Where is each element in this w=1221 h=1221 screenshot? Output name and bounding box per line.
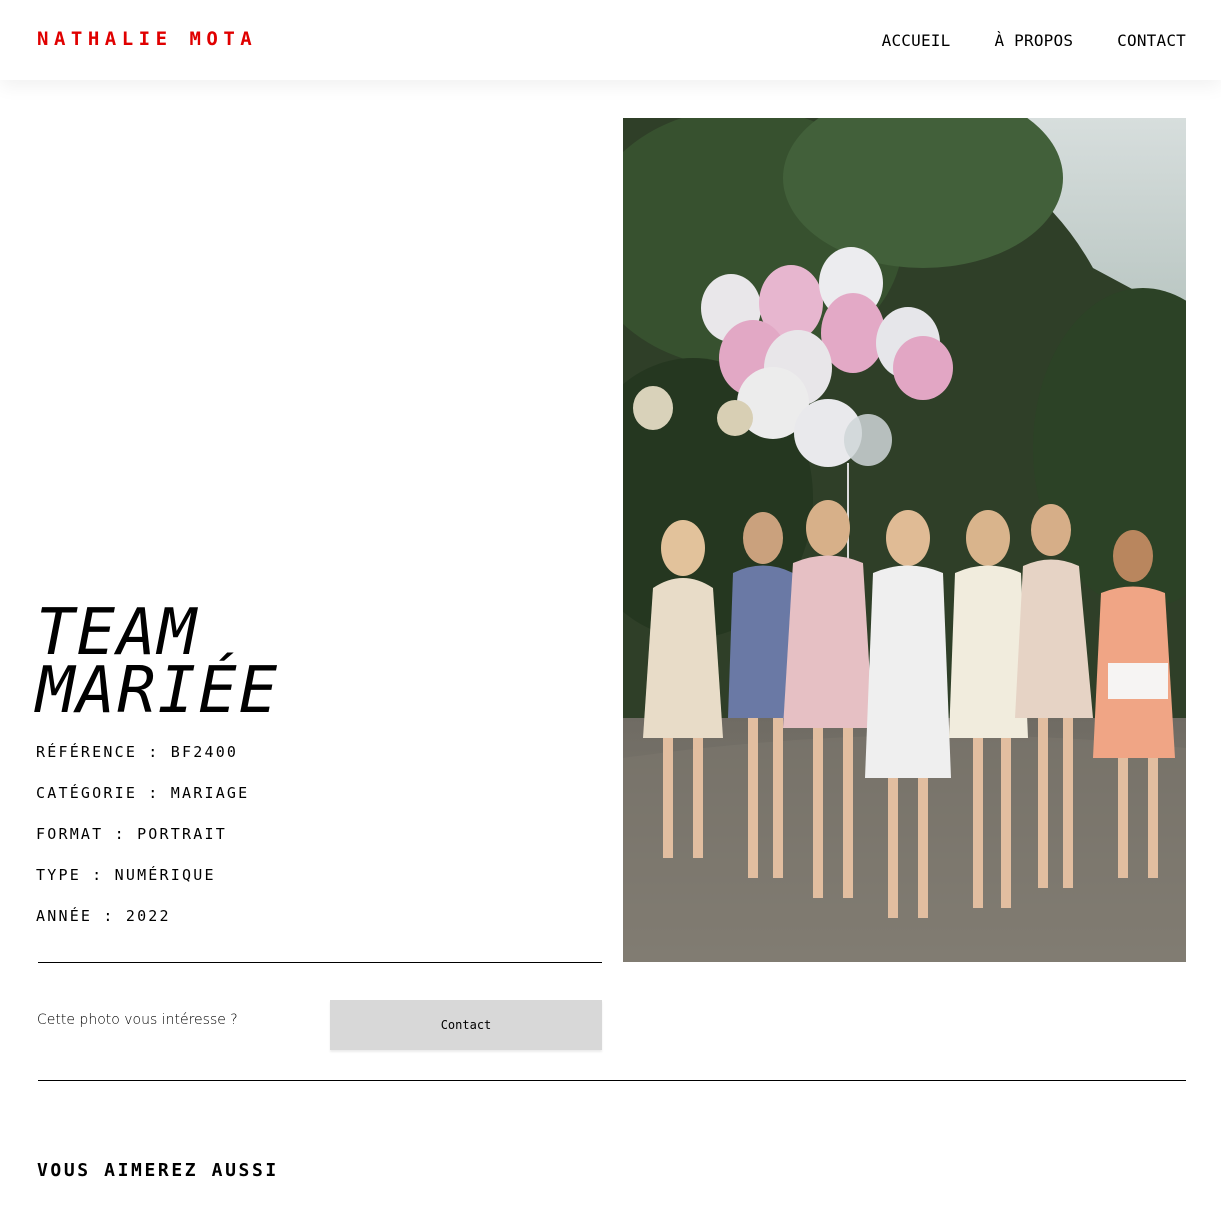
contact-prompt: Cette photo vous intéresse ? — [37, 1012, 238, 1028]
featured-photo-image — [623, 118, 1186, 962]
photo-title: TEAM MARIÉE — [36, 601, 280, 728]
site-header: NATHALIE MOTA ACCUEIL À PROPOS CONTACT — [0, 0, 1221, 80]
contact-button[interactable]: Contact — [330, 1000, 602, 1050]
related-heading: VOUS AIMEREZ AUSSI — [37, 1160, 279, 1181]
detail-reference: RÉFÉRENCE : BF2400 — [36, 743, 239, 761]
photo-title-line-2: MARIÉE — [36, 654, 280, 728]
details-divider — [38, 962, 602, 963]
detail-type: TYPE : NUMÉRIQUE — [36, 866, 216, 884]
nav-link-accueil[interactable]: ACCUEIL — [882, 31, 951, 50]
nav-link-contact[interactable]: CONTACT — [1117, 31, 1186, 50]
main-nav: ACCUEIL À PROPOS CONTACT — [882, 31, 1186, 50]
detail-year: ANNÉE : 2022 — [36, 907, 171, 925]
photo-details: RÉFÉRENCE : BF2400 CATÉGORIE : MARIAGE F… — [36, 742, 249, 947]
site-logo[interactable]: NATHALIE MOTA — [37, 28, 257, 50]
detail-format: FORMAT : PORTRAIT — [36, 825, 227, 843]
featured-photo — [623, 118, 1186, 962]
section-divider — [38, 1080, 1186, 1081]
nav-link-a-propos[interactable]: À PROPOS — [994, 31, 1073, 50]
detail-category: CATÉGORIE : MARIAGE — [36, 784, 250, 802]
